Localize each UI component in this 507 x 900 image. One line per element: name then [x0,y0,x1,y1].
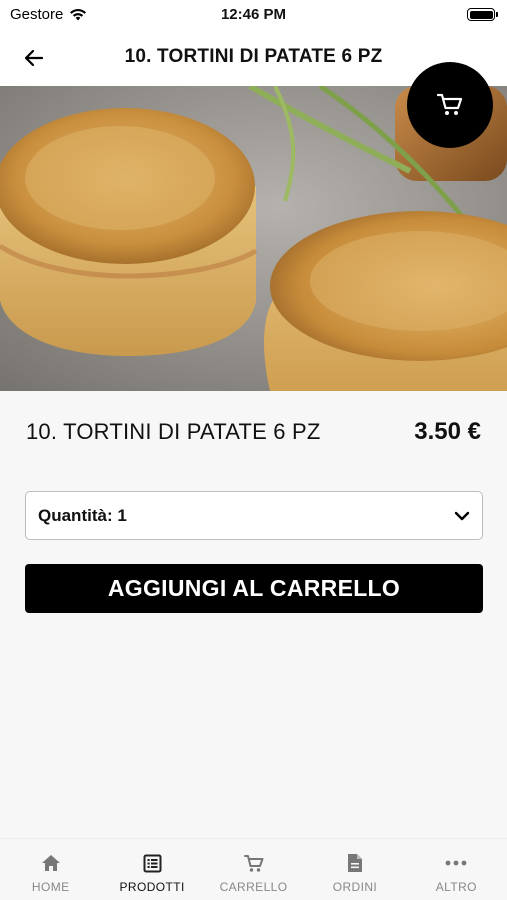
quantity-label: Quantità: 1 [38,505,127,525]
nav-label-altro: ALTRO [435,880,477,894]
nav-item-ordini[interactable]: ORDINI [304,839,405,900]
nav-item-prodotti[interactable]: PRODOTTI [101,839,202,900]
nav-label-ordini: ORDINI [332,880,378,894]
quantity-select[interactable]: Quantità: 1 [25,491,483,540]
product-info: 10. TORTINI DI PATATE 6 PZ 3.50 € [26,418,481,446]
bottom-nav: HOME PRODOTTI CARRELLO ORDINI ALTRO [0,838,507,900]
cart-fab-button[interactable] [407,62,493,148]
cart-icon [243,852,265,874]
status-time: 12:46 PM [220,6,287,23]
page-title: 10. TORTINI DI PATATE 6 PZ [124,46,383,67]
nav-item-altro[interactable]: ALTRO [406,839,507,900]
nav-item-carrello[interactable]: CARRELLO [203,839,304,900]
list-icon [141,852,163,874]
nav-label-home: HOME [31,880,70,894]
nav-label-carrello: CARRELLO [219,880,288,894]
home-icon [40,852,62,874]
nav-label-prodotti: PRODOTTI [119,880,185,894]
product-price: 3.50 € [414,418,481,445]
status-bar: Gestore 12:46 PM [0,0,507,30]
product-name: 10. TORTINI DI PATATE 6 PZ [26,419,321,444]
battery-icon [467,8,498,21]
nav-item-home[interactable]: HOME [0,839,101,900]
chevron-down-icon [454,511,470,520]
add-to-cart-button[interactable]: AGGIUNGI AL CARRELLO [25,564,483,613]
more-icon [445,852,467,874]
cart-icon [437,93,463,115]
document-icon [344,852,366,874]
